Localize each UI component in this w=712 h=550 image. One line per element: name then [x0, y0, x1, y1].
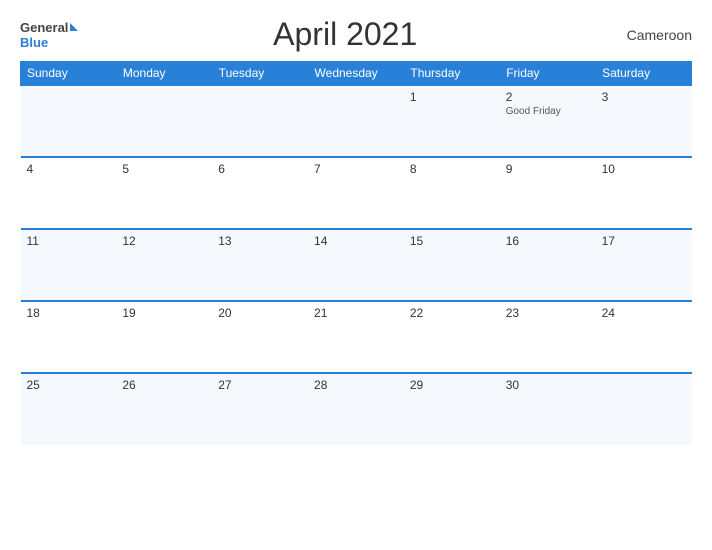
calendar-cell: 26: [116, 373, 212, 445]
calendar-cell: 22: [404, 301, 500, 373]
calendar-cell: [308, 85, 404, 157]
day-header-row: Sunday Monday Tuesday Wednesday Thursday…: [21, 62, 692, 86]
day-number: 1: [410, 90, 494, 104]
week-row-3: 18 19 20 21 22 23 24: [21, 301, 692, 373]
calendar-cell: 21: [308, 301, 404, 373]
header-thursday: Thursday: [404, 62, 500, 86]
day-number: 5: [122, 162, 206, 176]
calendar-cell: 18: [21, 301, 117, 373]
day-number: 9: [506, 162, 590, 176]
calendar-cell: [212, 85, 308, 157]
calendar-cell: [116, 85, 212, 157]
day-number: 25: [27, 378, 111, 392]
calendar-cell: 2 Good Friday: [500, 85, 596, 157]
calendar-cell: 16: [500, 229, 596, 301]
day-number: 13: [218, 234, 302, 248]
calendar-cell: 29: [404, 373, 500, 445]
day-number: 7: [314, 162, 398, 176]
week-row-2: 11 12 13 14 15 16 17: [21, 229, 692, 301]
header-saturday: Saturday: [596, 62, 692, 86]
calendar-cell: 19: [116, 301, 212, 373]
calendar-cell: 13: [212, 229, 308, 301]
calendar-cell: 28: [308, 373, 404, 445]
day-number: 8: [410, 162, 494, 176]
logo: General Blue: [20, 19, 78, 51]
day-number: 20: [218, 306, 302, 320]
day-number: 27: [218, 378, 302, 392]
calendar-cell: 5: [116, 157, 212, 229]
logo-triangle-icon: [70, 23, 78, 31]
day-number: 6: [218, 162, 302, 176]
day-number: 28: [314, 378, 398, 392]
calendar-container: General Blue April 2021 Cameroon Sunday …: [0, 0, 712, 550]
calendar-header: General Blue April 2021 Cameroon: [20, 16, 692, 53]
calendar-cell: 14: [308, 229, 404, 301]
calendar-cell: 10: [596, 157, 692, 229]
calendar-cell: 17: [596, 229, 692, 301]
calendar-cell: [21, 85, 117, 157]
calendar-cell: 20: [212, 301, 308, 373]
calendar-cell: 1: [404, 85, 500, 157]
day-number: 4: [27, 162, 111, 176]
calendar-cell: 23: [500, 301, 596, 373]
calendar-cell: 4: [21, 157, 117, 229]
calendar-cell: 12: [116, 229, 212, 301]
calendar-cell: 15: [404, 229, 500, 301]
week-row-0: 12 Good Friday 3: [21, 85, 692, 157]
day-number: 11: [27, 234, 111, 248]
logo-general: General: [20, 19, 78, 37]
logo-blue: Blue: [20, 36, 78, 50]
day-number: 17: [602, 234, 686, 248]
day-number: 23: [506, 306, 590, 320]
day-number: 12: [122, 234, 206, 248]
day-number: 26: [122, 378, 206, 392]
day-number: 15: [410, 234, 494, 248]
day-number: 19: [122, 306, 206, 320]
week-row-1: 456789 10: [21, 157, 692, 229]
calendar-cell: 24: [596, 301, 692, 373]
calendar-country: Cameroon: [612, 27, 692, 43]
header-tuesday: Tuesday: [212, 62, 308, 86]
week-row-4: 25 26 27 28 29 30: [21, 373, 692, 445]
calendar-cell: 6: [212, 157, 308, 229]
header-wednesday: Wednesday: [308, 62, 404, 86]
day-number: 2: [506, 90, 590, 104]
day-event: Good Friday: [506, 106, 590, 117]
header-monday: Monday: [116, 62, 212, 86]
calendar-cell: [596, 373, 692, 445]
day-number: 24: [602, 306, 686, 320]
calendar-cell: 25: [21, 373, 117, 445]
day-number: 29: [410, 378, 494, 392]
header-friday: Friday: [500, 62, 596, 86]
calendar-cell: 8: [404, 157, 500, 229]
calendar-title: April 2021: [78, 16, 612, 53]
calendar-cell: 9: [500, 157, 596, 229]
calendar-body: 12Good Friday345678910111213141516171819…: [21, 85, 692, 445]
calendar-cell: 30: [500, 373, 596, 445]
calendar-cell: 7: [308, 157, 404, 229]
day-number: 14: [314, 234, 398, 248]
day-number: 10: [602, 162, 686, 176]
header-sunday: Sunday: [21, 62, 117, 86]
calendar-cell: 27: [212, 373, 308, 445]
day-number: 30: [506, 378, 590, 392]
day-number: 3: [602, 90, 686, 104]
calendar-grid: Sunday Monday Tuesday Wednesday Thursday…: [20, 61, 692, 445]
calendar-cell: 3: [596, 85, 692, 157]
day-number: 16: [506, 234, 590, 248]
day-number: 21: [314, 306, 398, 320]
day-number: 18: [27, 306, 111, 320]
day-number: 22: [410, 306, 494, 320]
calendar-cell: 11: [21, 229, 117, 301]
